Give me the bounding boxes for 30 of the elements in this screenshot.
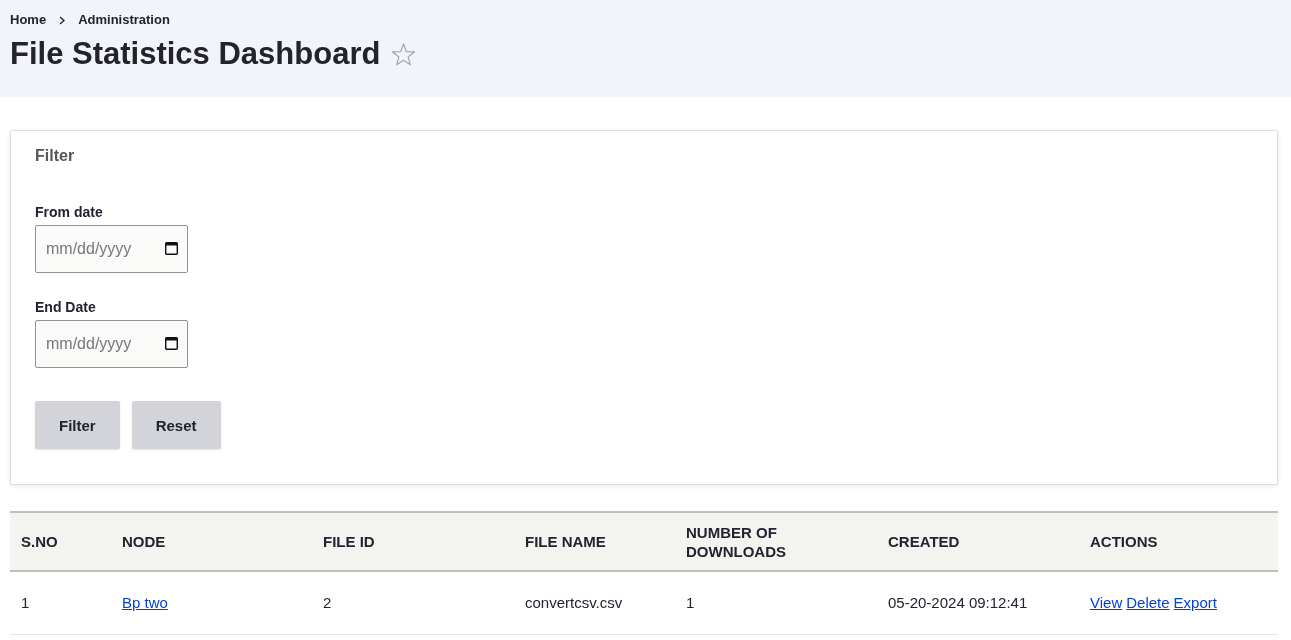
form-button[interactable]: Reset: [131, 401, 221, 449]
breadcrumb-link[interactable]: Administration: [78, 12, 170, 28]
calendar-icon[interactable]: [165, 242, 178, 255]
calendar-icon[interactable]: [165, 337, 178, 350]
table-cell: 1: [10, 571, 111, 634]
page-title: File Statistics Dashboard: [10, 36, 381, 72]
date-input-field[interactable]: mm/dd/yyyy: [35, 320, 188, 368]
action-link[interactable]: View: [1090, 594, 1123, 612]
column-header: S.NO: [10, 512, 111, 571]
column-header: NODE: [111, 512, 312, 571]
column-header: FILE NAME: [514, 512, 675, 571]
field-label: End Date: [35, 298, 96, 317]
action-link[interactable]: Delete: [1126, 594, 1170, 612]
table-cell: 1: [675, 571, 877, 634]
breadcrumb-link[interactable]: Home: [10, 12, 47, 28]
column-header: CREATED: [877, 512, 1079, 571]
date-input-field[interactable]: mm/dd/yyyy: [35, 225, 188, 273]
chevron-right-icon: [59, 15, 66, 25]
action-link[interactable]: Export: [1173, 594, 1217, 612]
field-label: From date: [35, 203, 103, 222]
star-icon[interactable]: [392, 42, 416, 66]
column-header: FILE ID: [312, 512, 514, 571]
table-cell: 05-20-2024 09:12:41: [877, 571, 1079, 634]
filter-legend: Filter: [35, 146, 75, 166]
column-header: ACTIONS: [1079, 512, 1278, 571]
table-cell: convertcsv.csv: [514, 571, 675, 634]
column-header: NUMBER OF DOWNLOADS: [675, 512, 877, 571]
node-link[interactable]: Bp two: [122, 594, 168, 612]
table-cell: 2: [312, 571, 514, 634]
form-button[interactable]: Filter: [35, 401, 120, 449]
